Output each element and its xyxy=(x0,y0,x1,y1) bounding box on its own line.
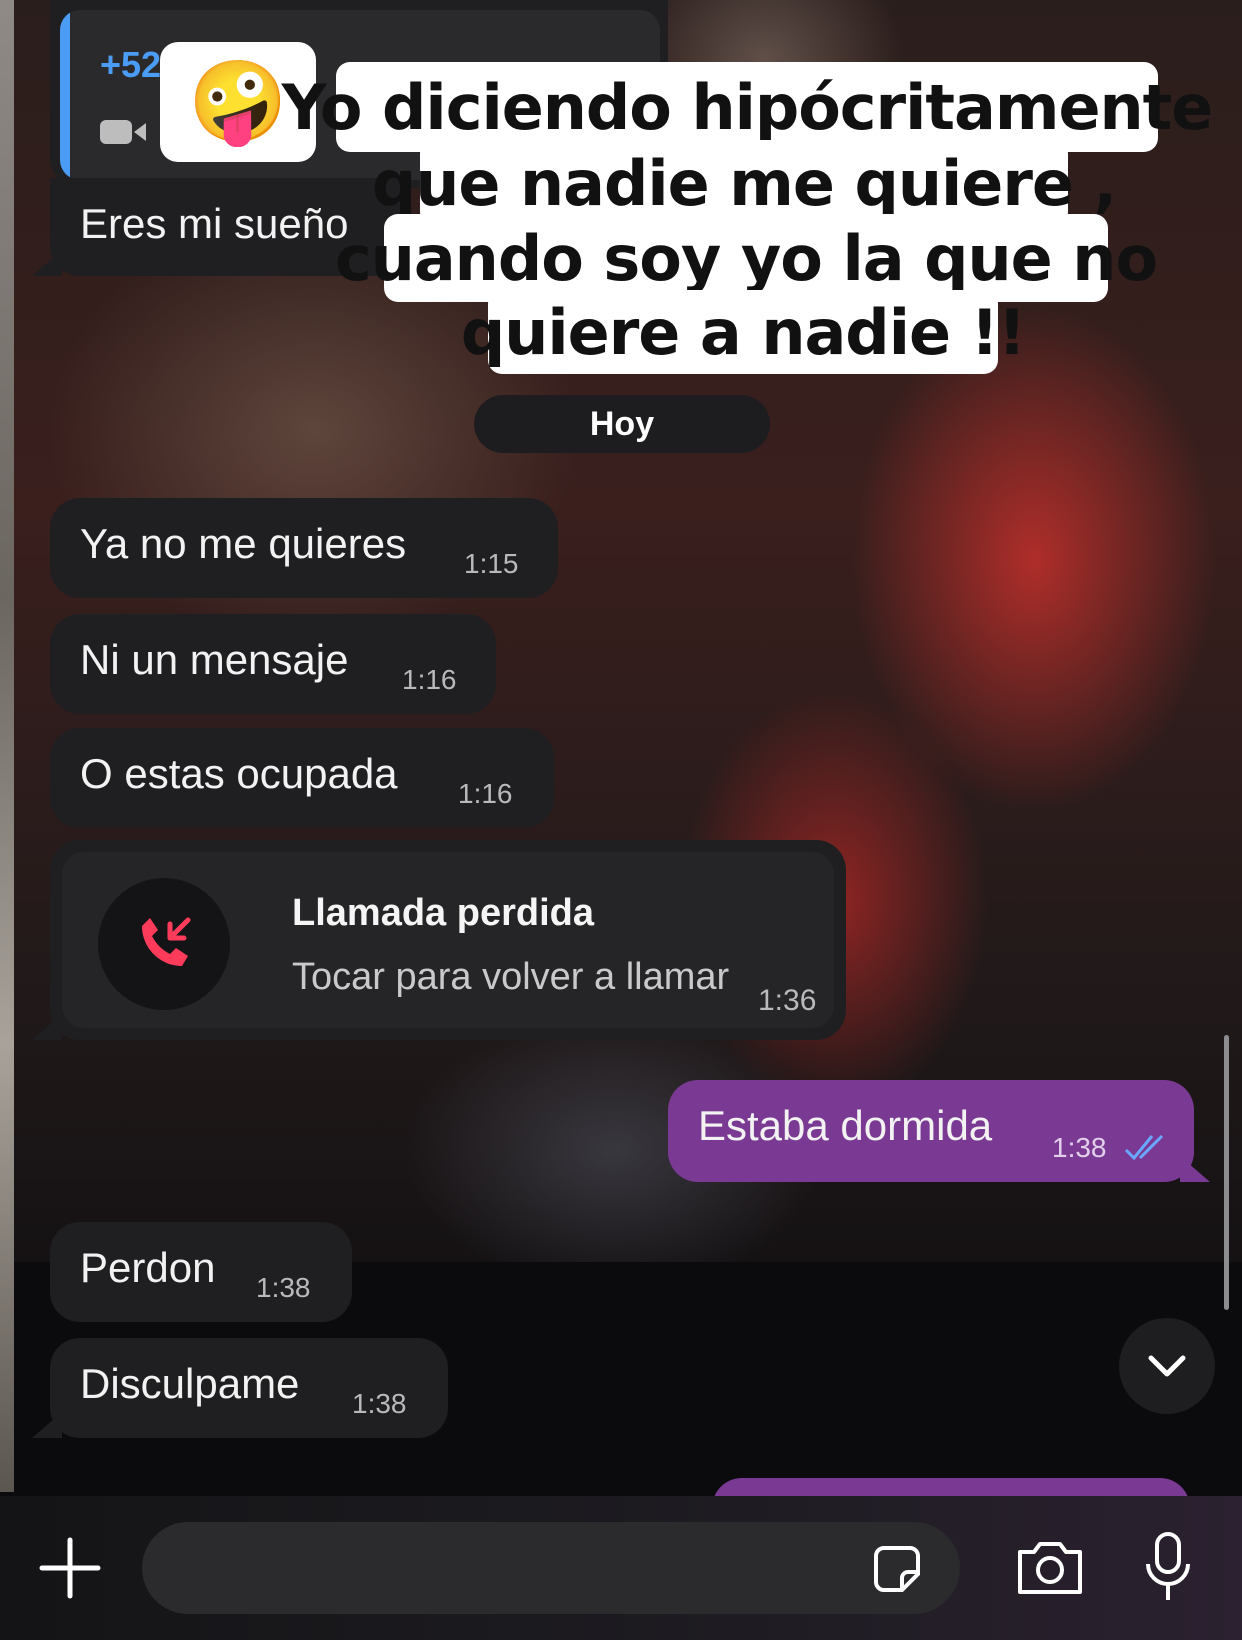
plus-icon[interactable] xyxy=(38,1536,102,1600)
message-bubble[interactable]: Ni un mensaje 1:16 xyxy=(50,614,496,714)
message-bubble[interactable]: Ya no me quieres 1:15 xyxy=(50,498,558,598)
caption-line-4: quiere a nadie !! xyxy=(461,290,1026,374)
video-camera-icon xyxy=(100,120,146,144)
outgoing-message-bubble[interactable]: Estaba dormida 1:38 xyxy=(668,1080,1194,1182)
caption-line-1: Yo diciendo hipócritamente xyxy=(282,62,1213,152)
message-bubble[interactable]: O estas ocupada 1:16 xyxy=(50,728,554,828)
missed-call-icon-wrap xyxy=(98,878,230,1010)
message-text: Disculpame xyxy=(80,1360,300,1407)
message-text: Ya no me quieres xyxy=(80,520,407,567)
microphone-icon[interactable] xyxy=(1140,1530,1196,1606)
missed-call-icon xyxy=(142,917,191,966)
scroll-down-button[interactable] xyxy=(1119,1318,1215,1414)
message-text: Eres mi sueño xyxy=(80,200,349,247)
background-edge xyxy=(0,0,14,1492)
date-separator: Hoy xyxy=(474,395,770,453)
message-time: 1:16 xyxy=(402,664,457,695)
call-back-card[interactable]: Llamada perdida Tocar para volver a llam… xyxy=(62,852,834,1028)
message-text: O estas ocupada xyxy=(80,750,398,797)
double-check-icon xyxy=(1124,1134,1164,1161)
message-time: 1:38 xyxy=(1052,1132,1107,1163)
message-time: 1:36 xyxy=(758,984,817,1017)
message-time: 1:38 xyxy=(352,1388,407,1419)
missed-call-bubble[interactable]: Llamada perdida Tocar para volver a llam… xyxy=(50,840,846,1040)
caption-line-3: cuando soy yo la que no xyxy=(335,214,1158,302)
message-text: Perdon xyxy=(80,1244,216,1291)
message-time: 1:16 xyxy=(458,778,513,809)
chevron-down-icon xyxy=(1148,1355,1186,1377)
message-input[interactable] xyxy=(142,1522,960,1614)
sticker-icon[interactable] xyxy=(868,1540,926,1598)
message-bubble[interactable]: Perdon 1:38 xyxy=(50,1222,352,1322)
reply-accent-bar xyxy=(60,10,70,180)
message-time: 1:38 xyxy=(256,1272,311,1303)
composer-bar xyxy=(0,1496,1242,1640)
camera-icon[interactable] xyxy=(1014,1534,1086,1598)
missed-call-subtitle: Tocar para volver a llamar xyxy=(292,956,730,998)
message-text: Estaba dormida xyxy=(698,1102,993,1149)
reply-author: +52 xyxy=(100,44,162,85)
bubble-tail xyxy=(32,1412,62,1438)
message-bubble[interactable]: Disculpame 1:38 xyxy=(50,1338,448,1438)
message-time: 1:15 xyxy=(464,548,519,579)
scrollbar[interactable] xyxy=(1224,1035,1229,1310)
missed-call-title: Llamada perdida xyxy=(292,892,594,934)
message-text: Ni un mensaje xyxy=(80,636,349,683)
